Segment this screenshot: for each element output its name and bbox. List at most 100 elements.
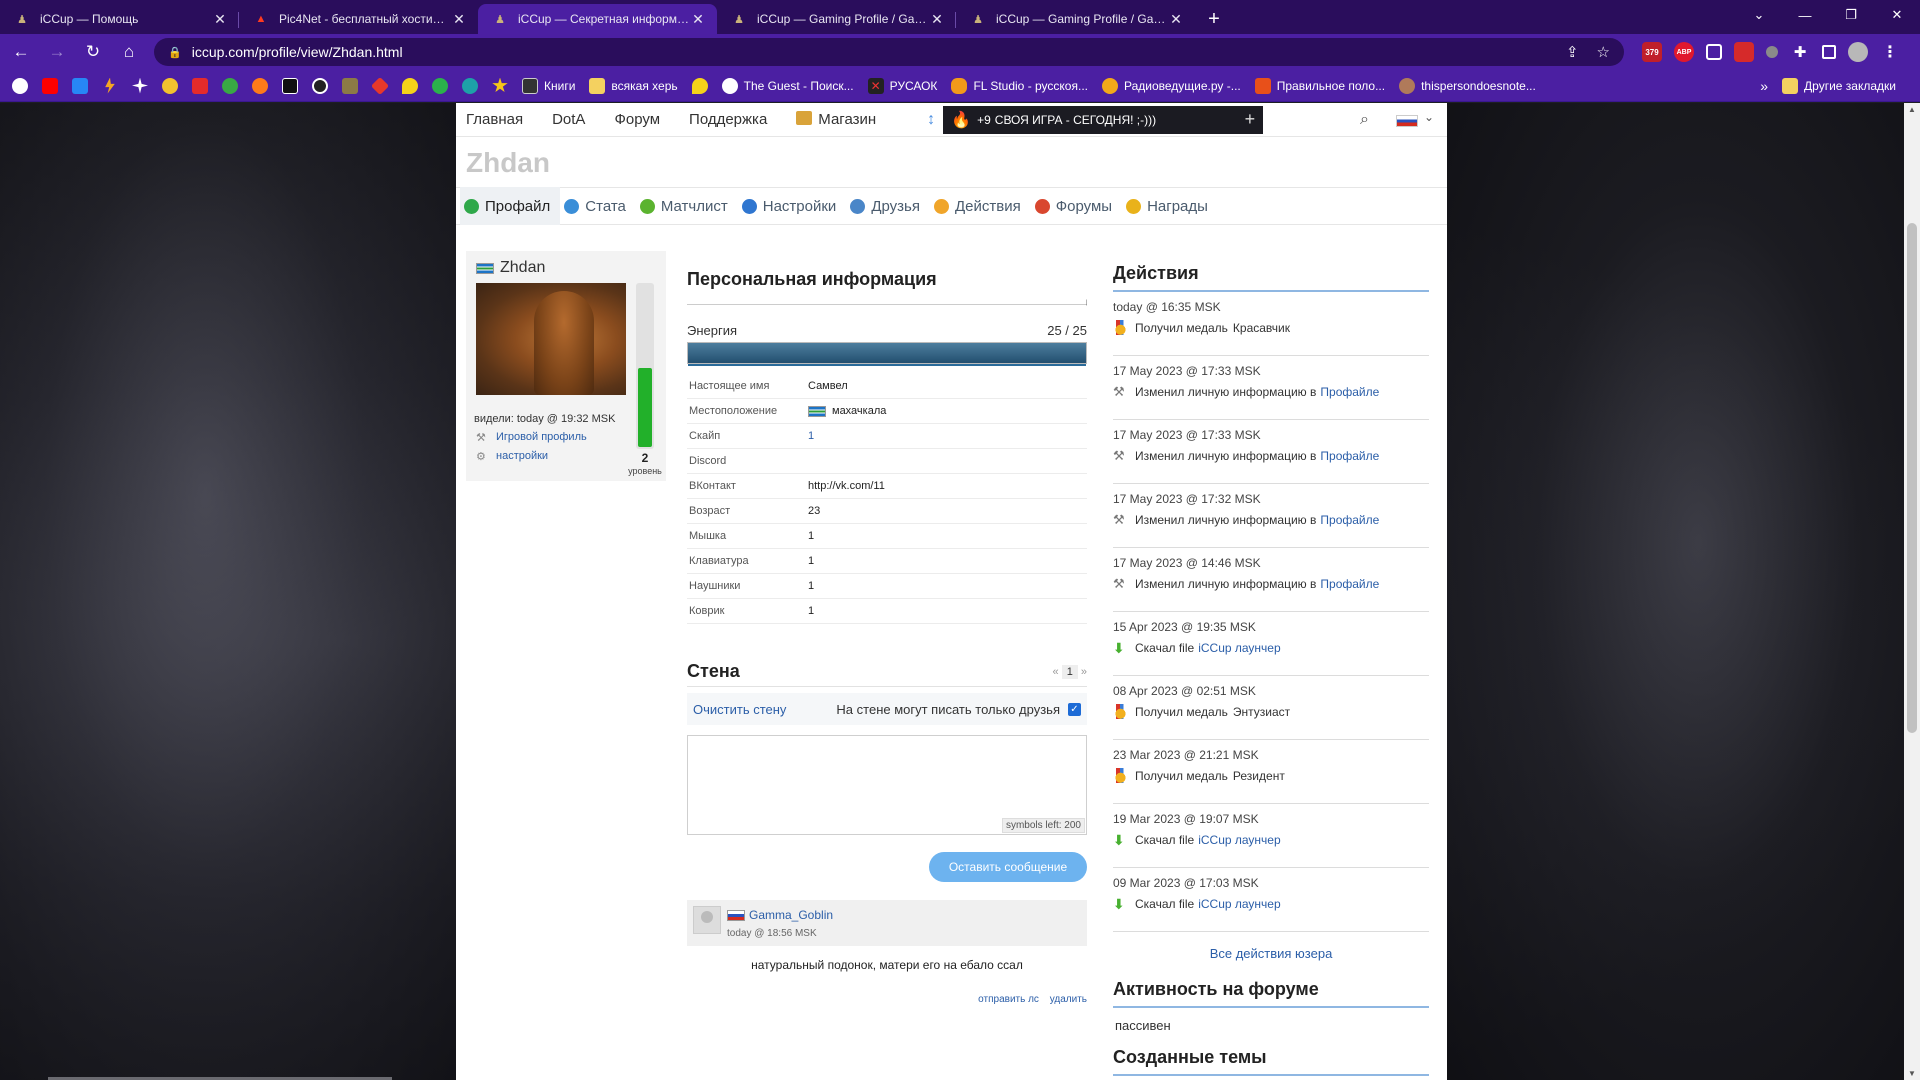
bookmark-banana2-icon[interactable] (691, 77, 708, 94)
game-profile-link[interactable]: ⚒ Игровой профиль (476, 431, 587, 444)
adblock-icon[interactable]: ABP (1674, 42, 1694, 62)
bookmark-orange-icon[interactable] (252, 77, 268, 94)
action-target[interactable]: iCCup лаунчер (1198, 897, 1280, 911)
post-message-button[interactable]: Оставить сообщение (929, 852, 1087, 882)
action-target[interactable]: Профайле (1320, 449, 1379, 463)
bookmark-red-icon[interactable] (192, 77, 208, 94)
profile-avatar-icon[interactable] (1848, 42, 1868, 62)
bookmark-radio[interactable]: Радиоведущие.ру -... (1101, 77, 1241, 94)
bookmark-eye-icon[interactable] (312, 77, 328, 94)
bookmark-yellow-icon[interactable] (162, 77, 178, 94)
page-scrollbar[interactable]: ▲ ▼ (1904, 103, 1920, 1080)
tab-search-icon[interactable]: ⌄ (1736, 0, 1782, 30)
cube-extension-icon[interactable] (1706, 44, 1722, 60)
close-tab-icon[interactable]: ✕ (689, 11, 707, 28)
bookmark-books[interactable]: Книги (522, 77, 575, 94)
scrollbar-thumb[interactable] (1907, 223, 1917, 733)
bookmark-google-icon[interactable] (12, 77, 28, 94)
bookmark-star-icon[interactable]: ☆ (1597, 43, 1610, 61)
bookmark-thisperson[interactable]: thispersondoesnote... (1399, 77, 1536, 94)
bookmark-star-icon[interactable] (492, 77, 508, 94)
settings-link[interactable]: ⚙ настройки (476, 450, 548, 463)
close-tab-icon[interactable]: ✕ (1167, 11, 1185, 28)
close-window-icon[interactable]: ✕ (1874, 0, 1920, 30)
puzzle-extensions-icon[interactable]: ✚ (1790, 42, 1810, 62)
nav-support[interactable]: Поддержка (689, 111, 767, 128)
bookmark-star-dark-icon[interactable] (132, 77, 148, 94)
bookmark-vk-icon[interactable] (72, 77, 88, 94)
bookmark-misc[interactable]: всякая херь (589, 77, 678, 94)
nav-forum[interactable]: Форум (614, 111, 660, 128)
browser-tab-3[interactable]: ♟ iCCup — Секретная информаци ✕ (478, 4, 717, 34)
nav-shop[interactable]: Магазин (796, 111, 876, 128)
action-target[interactable]: Профайле (1320, 577, 1379, 591)
tab-matchlist[interactable]: Матчлист (636, 187, 738, 225)
tab-profile[interactable]: Профайл (460, 187, 561, 225)
red-extension-icon[interactable] (1734, 42, 1754, 62)
bookmark-rules[interactable]: Правильное поло... (1254, 77, 1385, 94)
action-target[interactable]: Профайле (1320, 513, 1379, 527)
browser-tab-2[interactable]: ▲ Pic4Net - бесплатный хостинг к ✕ (239, 4, 478, 34)
forward-icon[interactable]: → (42, 37, 72, 67)
bookmark-shield-icon[interactable] (342, 77, 358, 94)
browser-menu-icon[interactable]: ⋮ (1880, 42, 1900, 62)
updown-arrows-icon[interactable]: ↕ (927, 111, 935, 129)
bookmark-youtube-icon[interactable] (42, 77, 58, 94)
close-tab-icon[interactable]: ✕ (928, 11, 946, 28)
lock-icon[interactable]: 🔒 (168, 46, 182, 59)
bookmark-globe-icon[interactable] (462, 77, 478, 94)
tab-forums[interactable]: Форумы (1031, 187, 1122, 225)
scroll-up-icon[interactable]: ▲ (1908, 105, 1916, 114)
browser-tab-5[interactable]: ♟ iCCup — Gaming Profile / Gamm ✕ (956, 4, 1195, 34)
tab-stats[interactable]: Стата (560, 187, 636, 225)
nav-home[interactable]: Главная (466, 111, 523, 128)
bookmark-the-guest[interactable]: The Guest - Поиск... (721, 77, 854, 94)
close-tab-icon[interactable]: ✕ (450, 11, 468, 28)
clear-wall-link[interactable]: Очистить стену (693, 702, 786, 717)
more-bookmarks-icon[interactable]: » (1760, 78, 1768, 94)
share-icon[interactable]: ⇪ (1566, 43, 1579, 61)
tab-friends[interactable]: Друзья (846, 187, 930, 225)
reload-icon[interactable]: ↻ (78, 37, 108, 67)
new-tab-button[interactable]: + (1199, 4, 1229, 34)
plus-icon[interactable]: + (1245, 109, 1256, 130)
side-panel-icon[interactable] (1822, 45, 1836, 59)
promo-banner[interactable]: 🔥 +9 СВОЯ ИГРА - СЕГОДНЯ! ;-))) + (943, 105, 1264, 134)
tab-settings[interactable]: Настройки (738, 187, 847, 225)
only-friends-checkbox[interactable]: ✓ (1068, 702, 1081, 716)
chevron-down-icon[interactable]: ⌄ (1424, 110, 1434, 124)
message-author[interactable]: Gamma_Goblin (727, 908, 833, 922)
page-prev[interactable]: « (1053, 666, 1059, 678)
wall-message-input[interactable]: symbols left: 200 (687, 735, 1087, 835)
bookmark-is-icon[interactable] (282, 77, 298, 94)
skype-link[interactable]: 1 (808, 430, 814, 442)
page-next[interactable]: » (1081, 666, 1087, 678)
browser-tab-4[interactable]: ♟ iCCup — Gaming Profile / Gamm ✕ (717, 4, 956, 34)
action-target[interactable]: iCCup лаунчер (1198, 641, 1280, 655)
search-icon[interactable]: ⌕ (1360, 111, 1369, 129)
extension-badge-icon[interactable]: 379 (1642, 42, 1662, 62)
browser-tab-1[interactable]: ♟ iCCup — Помощь ✕ (0, 4, 239, 34)
bookmark-rusaok[interactable]: ✕ РУСАОК (867, 77, 937, 94)
back-icon[interactable]: ← (6, 37, 36, 67)
action-target[interactable]: iCCup лаунчер (1198, 833, 1280, 847)
send-pm-link[interactable]: отправить лс (978, 994, 1039, 1005)
bookmark-soccer-icon[interactable] (222, 77, 238, 94)
grey-extension-icon[interactable] (1766, 46, 1778, 58)
action-target[interactable]: Профайле (1320, 385, 1379, 399)
page-current[interactable]: 1 (1061, 665, 1078, 679)
bookmark-diamond-icon[interactable] (370, 76, 390, 95)
bookmark-f-icon[interactable] (432, 77, 448, 94)
tab-actions[interactable]: Действия (930, 187, 1031, 225)
minimize-icon[interactable]: — (1782, 0, 1828, 30)
bookmark-banana-icon[interactable] (402, 77, 418, 94)
bookmark-fl-studio[interactable]: FL Studio - русскоя... (951, 77, 1088, 94)
restore-icon[interactable]: ❐ (1828, 0, 1874, 30)
tab-awards[interactable]: Награды (1122, 187, 1218, 225)
address-bar[interactable]: 🔒 iccup.com/profile/view/Zhdan.html ⇪ ☆ (154, 38, 1624, 66)
delete-message-link[interactable]: удалить (1050, 994, 1087, 1005)
all-actions-link[interactable]: Все действия юзера (1113, 946, 1429, 961)
scroll-down-icon[interactable]: ▼ (1908, 1069, 1916, 1078)
other-bookmarks[interactable]: Другие закладки (1782, 78, 1896, 94)
bookmark-flash-icon[interactable] (102, 77, 118, 94)
